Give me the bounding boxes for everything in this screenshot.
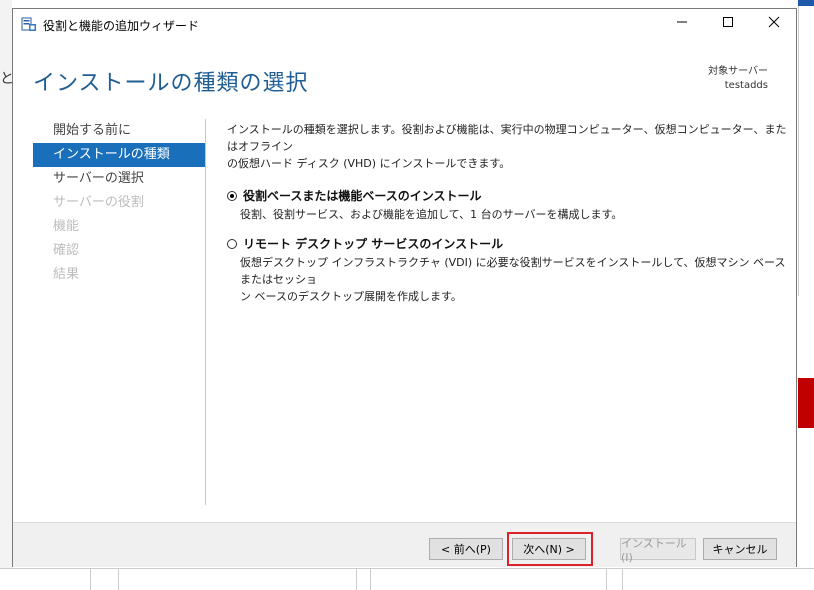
main-content: インストールの種類を選択します。役割および機能は、実行中の物理コンピューター、仮…: [227, 121, 787, 305]
background-accent-bar: [798, 0, 814, 6]
close-icon: [768, 16, 780, 32]
option-remote-desktop[interactable]: リモート デスクトップ サービスのインストール 仮想デスクトップ インフラストラ…: [227, 235, 787, 305]
intro-text: インストールの種類を選択します。役割および機能は、実行中の物理コンピューター、仮…: [227, 121, 787, 172]
option-description-line: ン ベースのデスクトップ展開を作成します。: [240, 290, 462, 303]
page-title: インストールの種類の選択: [33, 71, 309, 96]
server-manager-icon: [21, 16, 37, 32]
destination-server-label: 対象サーバー: [708, 66, 768, 77]
option-role-based[interactable]: 役割ベースまたは機能ベースのインストール 役割、役割サービス、および機能を追加し…: [227, 187, 787, 223]
option-description-line: 役割、役割サービス、および機能を追加して、1 台のサーバーを構成します。: [240, 208, 623, 221]
intro-line: の仮想ハード ディスク (VHD) にインストールできます。: [227, 157, 511, 170]
destination-server-info: 対象サーバー testadds: [708, 65, 768, 93]
cancel-button[interactable]: キャンセル: [703, 538, 777, 560]
nav-step-installation-type[interactable]: インストールの種類: [33, 143, 205, 167]
title-bar[interactable]: 役割と機能の追加ウィザード: [13, 9, 796, 39]
destination-server-name: testadds: [724, 80, 768, 91]
maximize-icon: [722, 16, 734, 32]
wizard-window: 役割と機能の追加ウィザード インストールの種類の選択 対象サーバー testad…: [12, 8, 797, 567]
option-description: 仮想デスクトップ インフラストラクチャ (VDI) に必要な役割サービスをインス…: [227, 254, 787, 305]
nav-step-results: 結果: [53, 267, 80, 282]
background-bottom-strip: [0, 568, 814, 590]
nav-step-features: 機能: [53, 219, 80, 234]
wizard-steps-nav: 開始する前に インストールの種類 サーバーの選択 サーバーの役割 機能 確認 結…: [33, 119, 205, 287]
intro-line: インストールの種類を選択します。役割および機能は、実行中の物理コンピューター、仮…: [227, 123, 787, 153]
nav-divider: [205, 119, 206, 505]
install-button: インストール(I): [620, 537, 696, 564]
minimize-icon: [676, 16, 688, 32]
nav-step-server-selection[interactable]: サーバーの選択: [33, 167, 205, 191]
nav-step-confirmation: 確認: [53, 243, 80, 258]
minimize-button[interactable]: [659, 9, 705, 39]
previous-button[interactable]: < 前へ(P): [429, 538, 503, 560]
option-label[interactable]: 役割ベースまたは機能ベースのインストール: [243, 187, 482, 204]
button-bar: < 前へ(P) 次へ(N) > インストール(I) キャンセル: [13, 522, 796, 567]
background-red-block: [798, 378, 814, 428]
option-label[interactable]: リモート デスクトップ サービスのインストール: [243, 235, 503, 252]
close-button[interactable]: [751, 9, 797, 39]
window-title: 役割と機能の追加ウィザード: [43, 19, 200, 33]
background-window-left: [0, 0, 12, 589]
option-description: 役割、役割サービス、および機能を追加して、1 台のサーバーを構成します。: [227, 206, 787, 223]
nav-step-before-you-begin[interactable]: 開始する前に: [33, 119, 205, 143]
radio-role-based[interactable]: [227, 190, 237, 201]
nav-step-server-roles: サーバーの役割: [53, 195, 144, 210]
next-button-highlight: [507, 532, 593, 566]
background-window-right: [798, 0, 814, 296]
radio-remote-desktop[interactable]: [227, 238, 237, 249]
option-description-line: 仮想デスクトップ インフラストラクチャ (VDI) に必要な役割サービスをインス…: [240, 256, 786, 286]
maximize-button[interactable]: [705, 9, 751, 39]
